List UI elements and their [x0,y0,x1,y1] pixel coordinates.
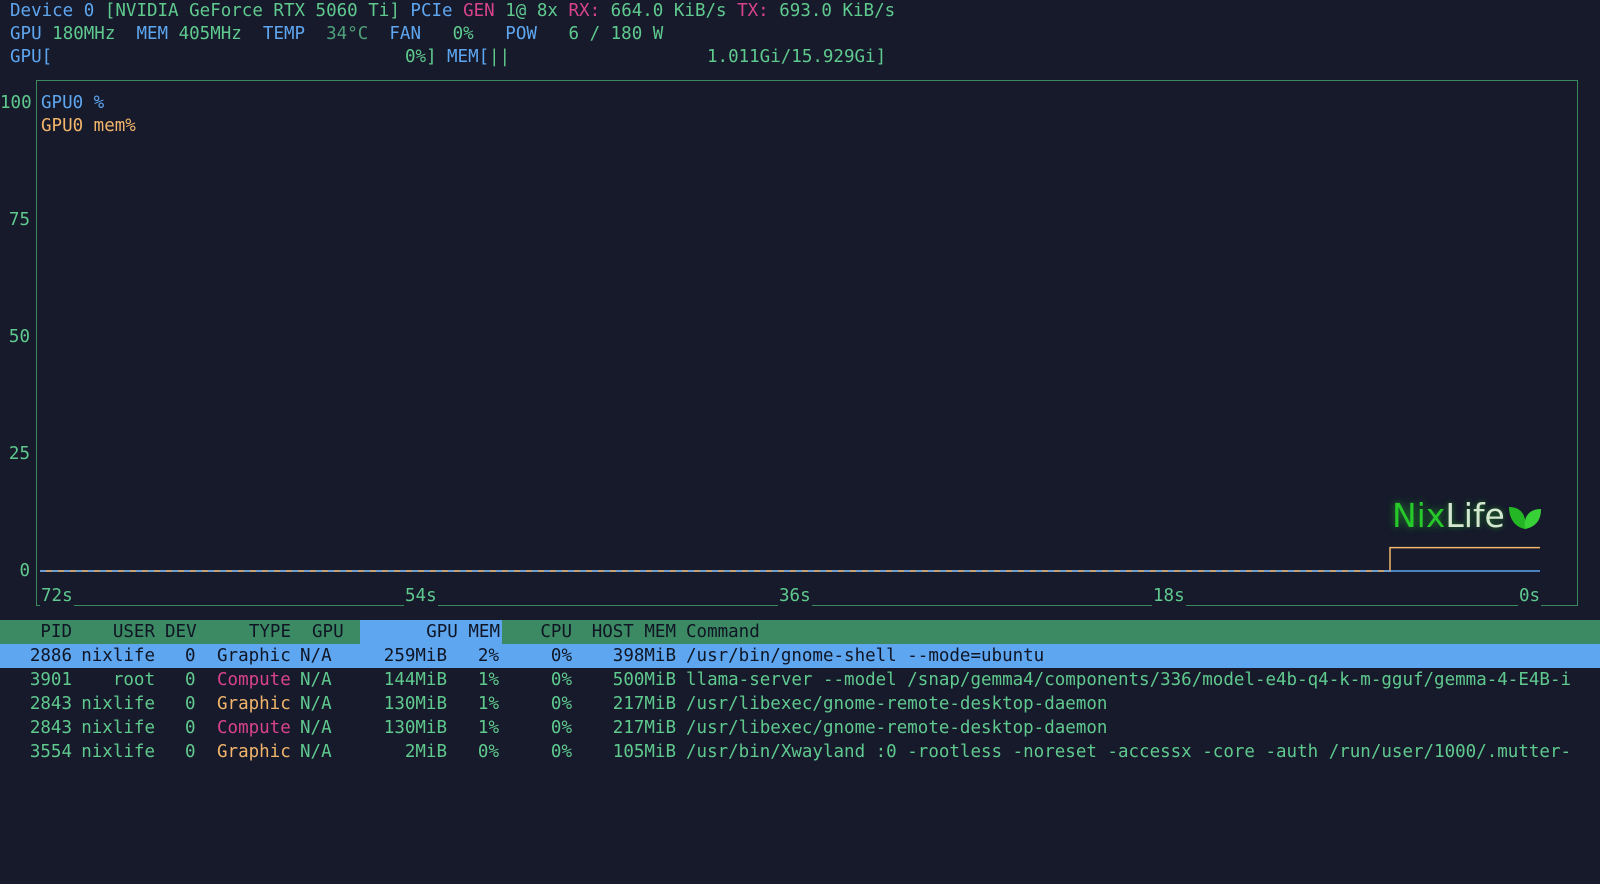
cell-gpu: N/A [300,718,332,738]
cell-gpu-mem: 130MiB [383,718,447,738]
cell-gpu-mem: 130MiB [383,694,447,714]
cell-command: /usr/bin/Xwayland :0 -rootless -noreset … [686,742,1572,762]
cell-type: Graphic [217,694,291,714]
watermark-life: Life [1445,496,1505,535]
cell-gpu-mem: 259MiB [383,646,447,666]
table-row[interactable]: 2886 nixlife 0 Graphic N/A 259MiB 2% 0% 398MiB/u… [0,644,1600,668]
x-tick-36s: 36s [778,586,812,606]
cell-dev: 0 [185,742,196,762]
x-tick-18s: 18s [1152,586,1186,606]
cell-dev: 0 [185,694,196,714]
table-row[interactable]: 2843 nixlife 0 Graphic N/A 130MiB 1% 0% 217MiB/u… [0,692,1600,716]
col-user[interactable]: USER [80,620,155,644]
cell-host-mem: 105MiB [612,742,676,762]
cell-type: Compute [217,670,291,690]
col-host-mem[interactable]: HOST MEM [580,620,676,644]
col-gpu[interactable]: GPU [312,620,344,644]
cell-gpu-mem: 144MiB [383,670,447,690]
cell-type: Compute [217,718,291,738]
cell-gpu: N/A [300,742,332,762]
cell-host-mem: 217MiB [612,694,676,714]
cell-cpu: 0% [550,670,572,690]
cell-type: Graphic [217,742,291,762]
x-tick-72s: 72s [40,586,74,606]
cell-command: /usr/bin/gnome-shell --mode=ubuntu [686,646,1045,666]
cell-user: nixlife [81,718,155,738]
cell-gpu-mem: 2MiB [404,742,447,762]
cell-gpu-mem-pct: 1% [477,718,499,738]
cell-pid: 2843 [29,718,72,738]
cell-type: Graphic [217,646,291,666]
cell-user: nixlife [81,694,155,714]
cell-gpu-mem-pct: 2% [477,646,499,666]
cell-gpu-mem-pct: 0% [477,742,499,762]
process-table: PID USER DEV TYPE GPU GPU MEM CPU HOST M… [0,620,1600,764]
chart-plot-area [40,546,1540,572]
cell-host-mem: 500MiB [612,670,676,690]
col-type[interactable]: TYPE [205,620,291,644]
cell-pid: 2886 [29,646,72,666]
cell-gpu: N/A [300,646,332,666]
table-row[interactable]: 3901 root 0 Compute N/A 144MiB 1% 0% 500MiB llama… [0,668,1600,692]
x-tick-54s: 54s [404,586,438,606]
cell-user: nixlife [81,742,155,762]
table-row[interactable]: 3554 nixlife 0 Graphic N/A 2MiB 0% 0% 105MiB/usr… [0,740,1600,764]
leaf-icon [1508,507,1541,529]
cell-cpu: 0% [550,742,572,762]
cell-pid: 3554 [29,742,72,762]
cell-dev: 0 [185,646,196,666]
cell-command: /usr/libexec/gnome-remote-desktop-daemon [686,694,1108,714]
cell-command: llama-server --model /snap/gemma4/compon… [686,670,1572,690]
cell-dev: 0 [185,718,196,738]
cell-command: /usr/libexec/gnome-remote-desktop-daemon [686,718,1108,738]
table-row[interactable]: 2843 nixlife 0 Compute N/A 130MiB 1% 0% 217MiB/u… [0,716,1600,740]
col-cpu[interactable]: CPU [510,620,572,644]
col-command[interactable]: Command [686,620,760,644]
cell-pid: 3901 [29,670,72,690]
cell-gpu: N/A [300,670,332,690]
table-header: PID USER DEV TYPE GPU GPU MEM CPU HOST M… [0,620,1600,644]
col-gpu-mem[interactable]: GPU MEM [360,620,502,644]
cell-host-mem: 398MiB [612,646,676,666]
cell-cpu: 0% [550,646,572,666]
watermark-nix: Nix [1392,496,1446,535]
x-tick-0s: 0s [1518,586,1542,606]
cell-gpu: N/A [300,694,332,714]
cell-cpu: 0% [550,718,572,738]
cell-gpu-mem-pct: 1% [477,670,499,690]
cell-user: nixlife [81,646,155,666]
cell-dev: 0 [185,670,196,690]
cell-gpu-mem-pct: 1% [477,694,499,714]
cell-pid: 2843 [29,694,72,714]
cell-cpu: 0% [550,694,572,714]
series-gpu-mem-line [40,546,1540,572]
cell-host-mem: 217MiB [612,718,676,738]
cell-user: root [112,670,155,690]
nixlife-watermark: NixLife [1392,496,1543,535]
col-dev[interactable]: DEV [165,620,197,644]
col-pid[interactable]: PID [0,620,72,644]
